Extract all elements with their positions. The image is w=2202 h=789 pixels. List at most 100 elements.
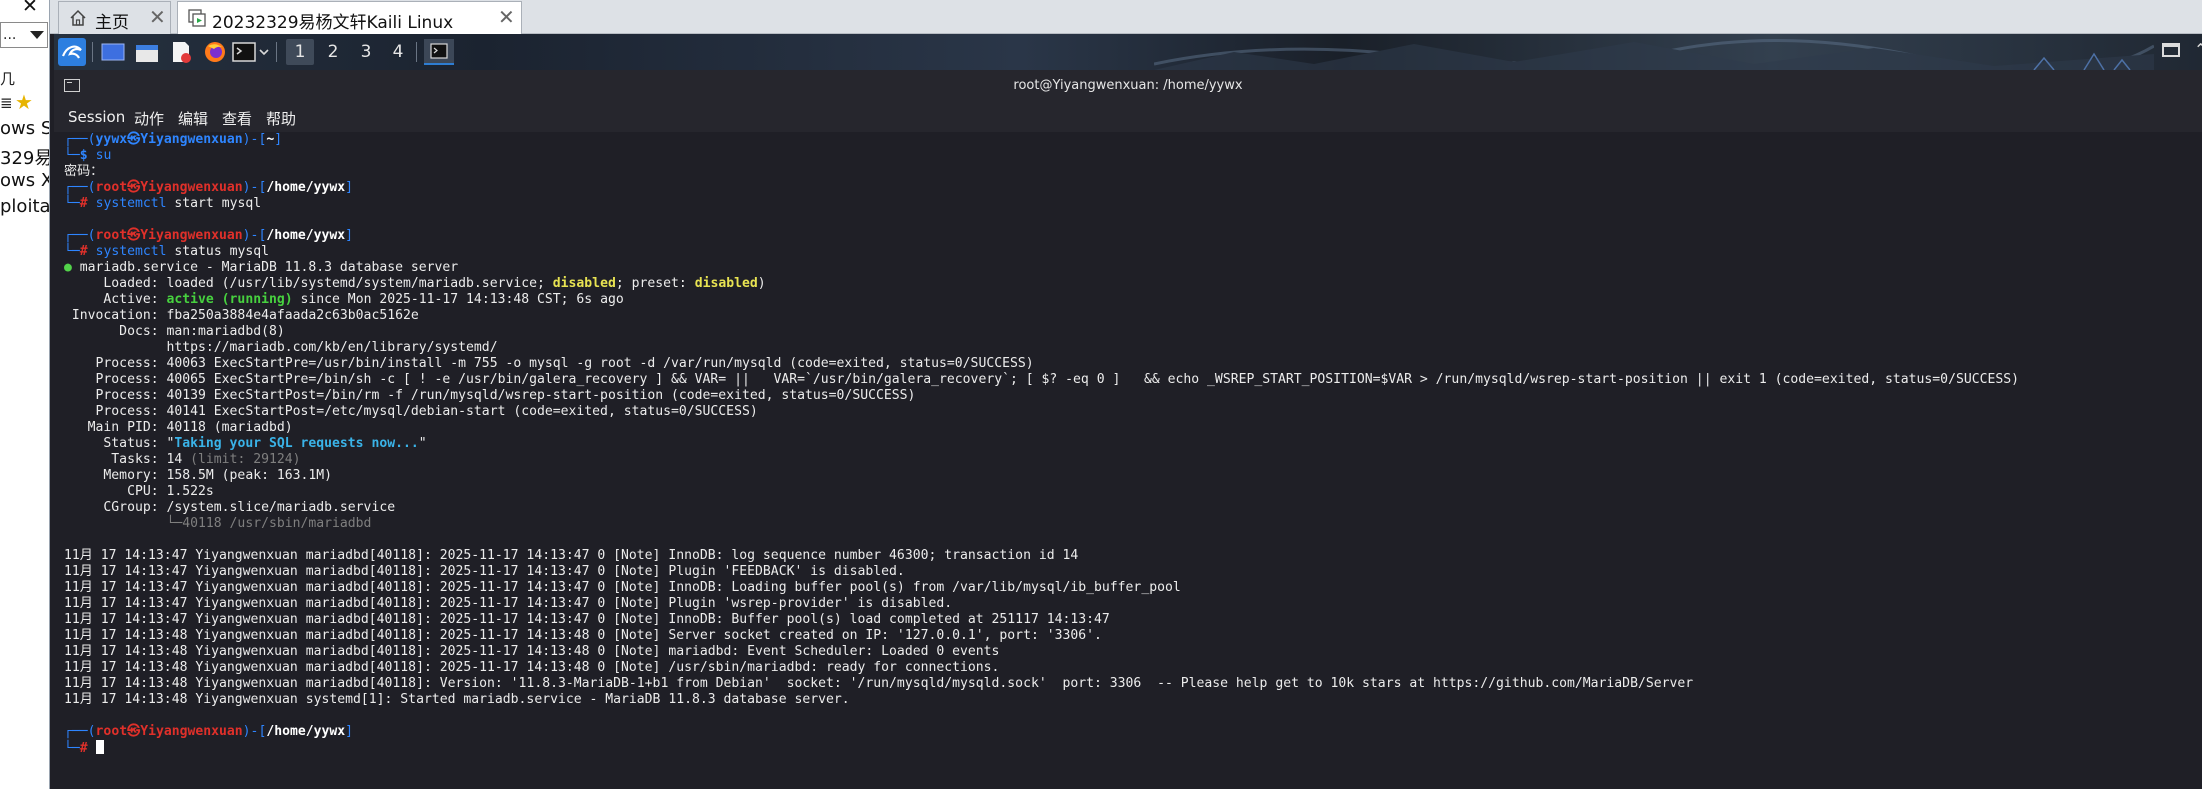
text-editor-icon[interactable] [168, 38, 194, 66]
panel-separator [276, 42, 277, 62]
main-pid: 40118 (mariadbd) [166, 420, 293, 435]
process-text: 40063 ExecStartPre=/usr/bin/install -m 7… [166, 356, 1034, 371]
preset-state: disabled [694, 276, 758, 291]
command-line: └─$ su [64, 148, 112, 163]
terminal-output[interactable]: ┌──(yywx㉿Yiyangwenxuan)-[~] └─$ su 密码： ┌… [64, 132, 2194, 787]
tab-label: 20232329易杨文轩Kaili Linux [212, 13, 454, 33]
chevron-down-icon[interactable] [30, 31, 44, 39]
menu-action[interactable]: 动作 [134, 108, 164, 129]
process-text: 40065 ExecStartPre=/bin/sh -c [ ! -e /us… [166, 372, 2020, 387]
loaded-close: ) [757, 276, 766, 291]
sidebar-combo-box[interactable]: ... [0, 22, 48, 48]
sidebar-list-item[interactable]: ows XI [0, 170, 49, 191]
invocation-line: Invocation: fba250a3884e4afaada2c63b0ac5… [64, 308, 419, 323]
process-text: 40139 ExecStartPost=/bin/rm -f /run/mysq… [166, 388, 916, 403]
prompt-line: ┌──(root㉿Yiyangwenxuan)-[/home/yywx] [64, 180, 354, 195]
command-line[interactable]: └─# [64, 740, 104, 756]
docs-man: man:mariadbd(8) [166, 324, 285, 339]
process-line: Process: 40141 ExecStartPost=/etc/mysql/… [64, 404, 758, 419]
invocation-id: fba250a3884e4afaada2c63b0ac5162e [166, 308, 419, 323]
memory-value: 158.5M (peak: 163.1M) [166, 468, 333, 483]
password-prompt: 密码： [64, 164, 104, 179]
workspace-4-button[interactable]: 4 [384, 39, 412, 65]
tab-kali-vm[interactable]: 20232329易杨文轩Kaili Linux ✕ [177, 1, 522, 34]
main-pid-line: Main PID: 40118 (mariadbd) [64, 420, 293, 435]
panel-wallpaper-decoration [1154, 39, 2154, 70]
log-line: 11月 17 14:13:47 Yiyangwenxuan mariadbd[4… [64, 564, 905, 579]
cgroup-value: /system.slice/mariadb.service [166, 500, 396, 515]
status-line: Status: "Taking your SQL requests now...… [64, 436, 427, 451]
prompt-line: ┌──(root㉿Yiyangwenxuan)-[/home/yywx] [64, 724, 354, 739]
docs-line: https://mariadb.com/kb/en/library/system… [64, 340, 498, 356]
menu-view[interactable]: 查看 [222, 108, 252, 129]
text-cursor[interactable] [95, 740, 104, 754]
prompt-host: Yiyangwenxuan [140, 724, 243, 739]
log-line: 11月 17 14:13:47 Yiyangwenxuan mariadbd[4… [64, 548, 1079, 563]
sidebar-nav-text: 几 [0, 70, 16, 88]
process-line: Process: 40063 ExecStartPre=/usr/bin/ins… [64, 356, 1034, 371]
firefox-icon[interactable] [202, 38, 228, 66]
prompt-user: root [95, 724, 128, 739]
terminal-titlebar[interactable]: root@Yiyangwenxuan: /home/yywx [54, 70, 2202, 102]
log-line: 11月 17 14:13:48 Yiyangwenxuan mariadbd[4… [64, 628, 1102, 643]
docs-url: https://mariadb.com/kb/en/library/system… [166, 340, 498, 355]
window-icon[interactable] [2162, 43, 2180, 57]
vm-icon [188, 9, 206, 27]
taskbar-terminal-button[interactable] [424, 39, 454, 65]
terminal-menubar: Session 动作 编辑 查看 帮助 [54, 102, 2202, 132]
log-line: 11月 17 14:13:48 Yiyangwenxuan systemd[1]… [64, 692, 850, 707]
arrow-up-icon[interactable]: ⌃ [2194, 40, 2202, 59]
log-line: 11月 17 14:13:48 Yiyangwenxuan mariadbd[4… [64, 644, 1000, 659]
service-name: mariadb.service - MariaDB 11.8.3 databas… [79, 260, 459, 275]
menu-help[interactable]: 帮助 [266, 108, 296, 129]
log-line: 11月 17 14:13:47 Yiyangwenxuan mariadbd[4… [64, 580, 1181, 595]
file-manager-icon[interactable] [134, 38, 160, 66]
sidebar-list-item[interactable]: 329易 [0, 144, 49, 170]
menu-edit[interactable]: 编辑 [178, 108, 208, 129]
cpu-value: 1.522s [166, 484, 214, 499]
kali-menu-icon[interactable] [58, 38, 86, 66]
sidebar-list-item[interactable]: ploita [0, 196, 49, 217]
tab-label: 主页 [95, 13, 129, 33]
command-line: └─# systemctl status mysql [64, 244, 269, 259]
prompt-host: Yiyangwenxuan [140, 132, 243, 147]
terminal-title: root@Yiyangwenxuan: /home/yywx [1013, 78, 1243, 93]
vm-tab-bar: 主页 ✕ 20232329易杨文轩Kaili Linux ✕ [50, 0, 2202, 34]
close-icon[interactable]: ✕ [149, 5, 166, 29]
chevron-down-icon[interactable] [258, 38, 270, 66]
log-line: 11月 17 14:13:47 Yiyangwenxuan mariadbd[4… [64, 596, 953, 611]
sidebar-list-icon: ≣ [0, 94, 13, 112]
close-icon[interactable]: ✕ [498, 5, 515, 29]
prompt-host: Yiyangwenxuan [140, 180, 243, 195]
tab-home[interactable]: 主页 ✕ [58, 1, 171, 34]
process-line: Process: 40139 ExecStartPost=/bin/rm -f … [64, 388, 916, 403]
desktop-icon[interactable] [100, 38, 126, 66]
terminal-window[interactable]: root@Yiyangwenxuan: /home/yywx Session 动… [54, 70, 2202, 789]
xfce-top-panel: 1 2 3 4 ⌃ [54, 34, 2202, 70]
prompt-line: ┌──(root㉿Yiyangwenxuan)-[/home/yywx] [64, 228, 354, 243]
sidebar-close-icon[interactable]: ✕ [22, 0, 38, 16]
prompt-dir: /home/yywx [266, 228, 346, 243]
workspace-2-button[interactable]: 2 [319, 39, 347, 65]
workspace-3-button[interactable]: 3 [352, 39, 380, 65]
workspace-1-button[interactable]: 1 [286, 39, 314, 65]
home-icon [70, 9, 86, 26]
status-dot-icon: ● [64, 260, 72, 275]
service-line: ● mariadb.service - MariaDB 11.8.3 datab… [64, 260, 458, 276]
panel-separator [416, 42, 417, 62]
command-line: └─# systemctl start mysql [64, 196, 262, 211]
docs-line: Docs: man:mariadbd(8) [64, 324, 285, 339]
prompt-user: yywx [95, 132, 128, 147]
prompt-user: root [95, 180, 128, 195]
command-word: systemctl [95, 244, 167, 259]
terminal-icon[interactable] [232, 38, 256, 66]
prompt-user: root [95, 228, 128, 243]
sidebar-list-item[interactable]: ows Se [0, 118, 49, 139]
panel-separator [92, 42, 93, 62]
prompt-dir: /home/yywx [266, 724, 346, 739]
menu-session[interactable]: Session [68, 108, 125, 126]
star-icon[interactable]: ★ [15, 92, 33, 112]
log-line: 11月 17 14:13:48 Yiyangwenxuan mariadbd[4… [64, 676, 1694, 691]
loaded-path: loaded (/usr/lib/systemd/system/mariadb.… [166, 276, 553, 291]
command-args: start mysql [166, 196, 262, 211]
